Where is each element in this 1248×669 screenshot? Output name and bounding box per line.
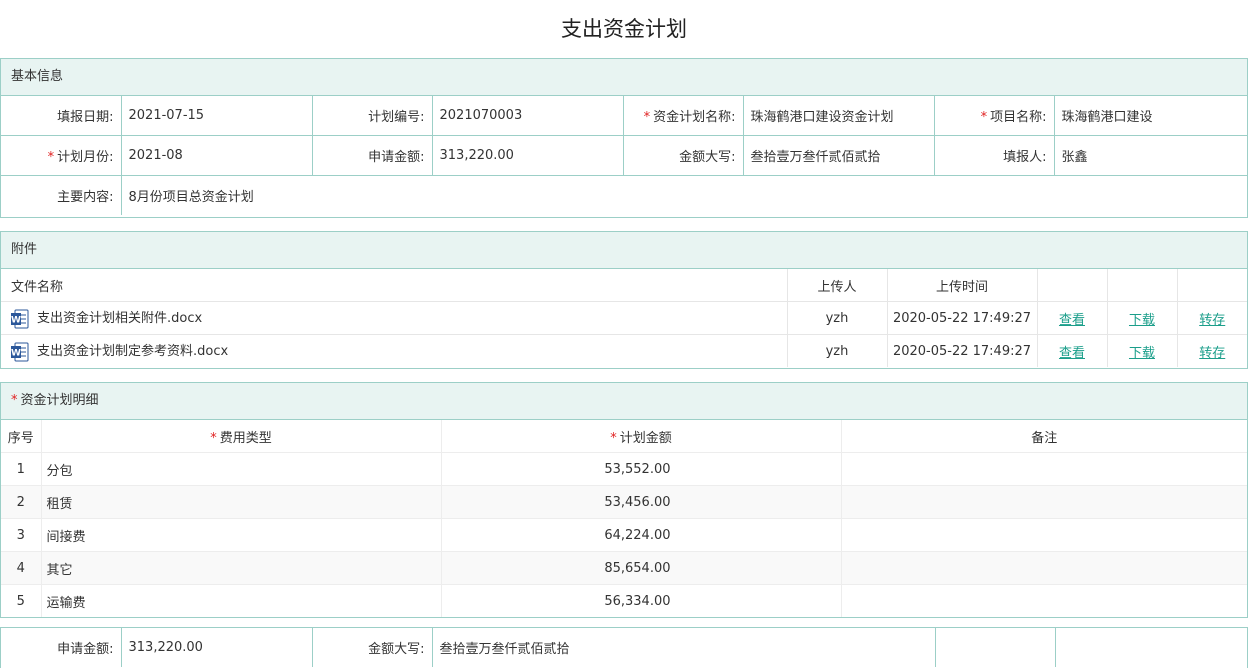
basic-info-form: 填报日期: 2021-07-15 计划编号: 2021070003 * 资金计划名…: [1, 96, 1247, 215]
apply-amount-value: 313,220.00: [432, 135, 624, 176]
plan-month-label: * 计划月份:: [1, 135, 122, 176]
amount-upper-value: 叁拾壹万叁仟贰佰贰拾: [743, 135, 935, 176]
reporter-value: 张鑫: [1054, 135, 1247, 176]
row-fee-type: 租赁: [41, 485, 442, 519]
attachment-uploader: yzh: [786, 334, 887, 367]
summary-apply-amount-value: 313,220.00: [121, 628, 313, 667]
row-remark: [841, 485, 1247, 519]
required-mark: *: [610, 430, 617, 446]
row-fee-type: 间接费: [41, 518, 442, 552]
plan-no-value: 2021070003: [432, 96, 624, 136]
attachment-row: W 支出资金计划制定参考资料.docx yzh 2020-05-22 17:49…: [1, 334, 1247, 367]
plan-month-value: 2021-08: [121, 135, 313, 176]
row-plan-amount: 64,224.00: [441, 518, 842, 552]
summary-amount-upper-value: 叁拾壹万叁仟贰佰贰拾: [432, 628, 936, 667]
attachment-time: 2020-05-22 17:49:27: [886, 334, 1037, 367]
row-no: 1: [1, 452, 42, 486]
table-row: 5 运输费 56,334.00: [1, 584, 1247, 618]
word-doc-icon: W: [11, 309, 29, 329]
attachment-file-name[interactable]: 支出资金计划制定参考资料.docx: [37, 344, 228, 359]
row-no: 4: [1, 551, 42, 585]
summary-empty-cell: [935, 628, 1056, 667]
download-link[interactable]: 下载: [1129, 313, 1155, 328]
summary-apply-amount-label: 申请金额:: [1, 628, 122, 667]
attachment-row: W 支出资金计划相关附件.docx yzh 2020-05-22 17:49:2…: [1, 301, 1247, 335]
row-no: 5: [1, 584, 42, 617]
plan-name-value: 珠海鹤港口建设资金计划: [743, 96, 935, 136]
plan-detail-table: 序号 * 费用类型 * 计划金额 备注 1 分包 53,552.00 2 租赁 53…: [1, 420, 1247, 617]
required-mark: *: [47, 150, 55, 165]
table-row: 4 其它 85,654.00: [1, 551, 1247, 585]
table-row: 2 租赁 53,456.00: [1, 485, 1247, 519]
plan-no-label: 计划编号:: [312, 96, 433, 136]
fill-date-label: 填报日期:: [1, 96, 122, 136]
download-link[interactable]: 下载: [1129, 346, 1155, 361]
plan-name-label: * 资金计划名称:: [623, 96, 744, 136]
word-doc-icon: W: [11, 342, 29, 362]
row-remark: [841, 551, 1247, 585]
plan-detail-panel: * 资金计划明细 序号 * 费用类型 * 计划金额 备注 1 分包 53,552.00…: [0, 382, 1248, 618]
attachments-panel: 附件 文件名称 上传人 上传时间 W 支出资金计划相关附件.docx yzh 2…: [0, 231, 1248, 369]
basic-info-panel: 基本信息 填报日期: 2021-07-15 计划编号: 2021070003 *…: [0, 58, 1248, 218]
row-no: 3: [1, 518, 42, 552]
summary-panel: 申请金额: 313,220.00 金额大写: 叁拾壹万叁仟贰佰贰拾: [0, 627, 1248, 668]
row-remark: [841, 518, 1247, 552]
fill-date-value: 2021-07-15: [121, 96, 313, 136]
table-row: 1 分包 53,552.00: [1, 452, 1247, 486]
apply-amount-label: 申请金额:: [312, 135, 433, 176]
svg-text:W: W: [11, 315, 21, 325]
page-title: 支出资金计划: [561, 17, 687, 41]
row-plan-amount: 56,334.00: [441, 584, 842, 617]
view-link[interactable]: 查看: [1059, 346, 1085, 361]
attachments-table: 文件名称 上传人 上传时间 W 支出资金计划相关附件.docx yzh 2020…: [1, 269, 1247, 367]
row-no: 2: [1, 485, 42, 519]
table-row: 3 间接费 64,224.00: [1, 518, 1247, 552]
reporter-label: 填报人:: [934, 135, 1055, 176]
svg-text:W: W: [11, 348, 21, 358]
attachment-time: 2020-05-22 17:49:27: [886, 301, 1037, 335]
transfer-link[interactable]: 转存: [1199, 346, 1225, 361]
required-mark: *: [210, 430, 217, 446]
col-uploader: 上传人: [786, 269, 887, 302]
col-fee-type: * 费用类型: [41, 420, 442, 453]
summary-form: 申请金额: 313,220.00 金额大写: 叁拾壹万叁仟贰佰贰拾: [1, 628, 1247, 667]
required-mark: *: [11, 393, 18, 408]
project-label: * 项目名称:: [934, 96, 1055, 136]
col-upload-time: 上传时间: [886, 269, 1037, 302]
row-plan-amount: 53,552.00: [441, 452, 842, 486]
summary-amount-upper-label: 金额大写:: [312, 628, 433, 667]
row-plan-amount: 53,456.00: [441, 485, 842, 519]
attachment-file-name[interactable]: 支出资金计划相关附件.docx: [37, 311, 202, 326]
col-action-transfer: [1176, 269, 1247, 302]
row-fee-type: 其它: [41, 551, 442, 585]
attachments-header: 附件: [1, 232, 1247, 269]
project-value: 珠海鹤港口建设: [1054, 96, 1247, 136]
row-fee-type: 分包: [41, 452, 442, 486]
row-remark: [841, 452, 1247, 486]
col-no: 序号: [1, 420, 42, 453]
required-mark: *: [643, 110, 651, 125]
col-remark: 备注: [841, 420, 1247, 453]
row-plan-amount: 85,654.00: [441, 551, 842, 585]
plan-detail-header: * 资金计划明细: [1, 383, 1247, 420]
content-label: 主要内容:: [1, 175, 122, 215]
col-plan-amount: * 计划金额: [441, 420, 842, 453]
required-mark: *: [980, 110, 988, 125]
row-fee-type: 运输费: [41, 584, 442, 617]
summary-empty-cell: [1055, 628, 1247, 667]
content-value: 8月份项目总资金计划: [128, 190, 254, 205]
transfer-link[interactable]: 转存: [1199, 313, 1225, 328]
col-action-download: [1106, 269, 1177, 302]
col-file-name: 文件名称: [1, 269, 787, 302]
basic-info-header: 基本信息: [1, 59, 1247, 96]
row-remark: [841, 585, 1247, 618]
attachment-uploader: yzh: [786, 301, 887, 335]
view-link[interactable]: 查看: [1059, 313, 1085, 328]
amount-upper-label: 金额大写:: [623, 135, 744, 176]
col-action-view: [1036, 269, 1107, 302]
